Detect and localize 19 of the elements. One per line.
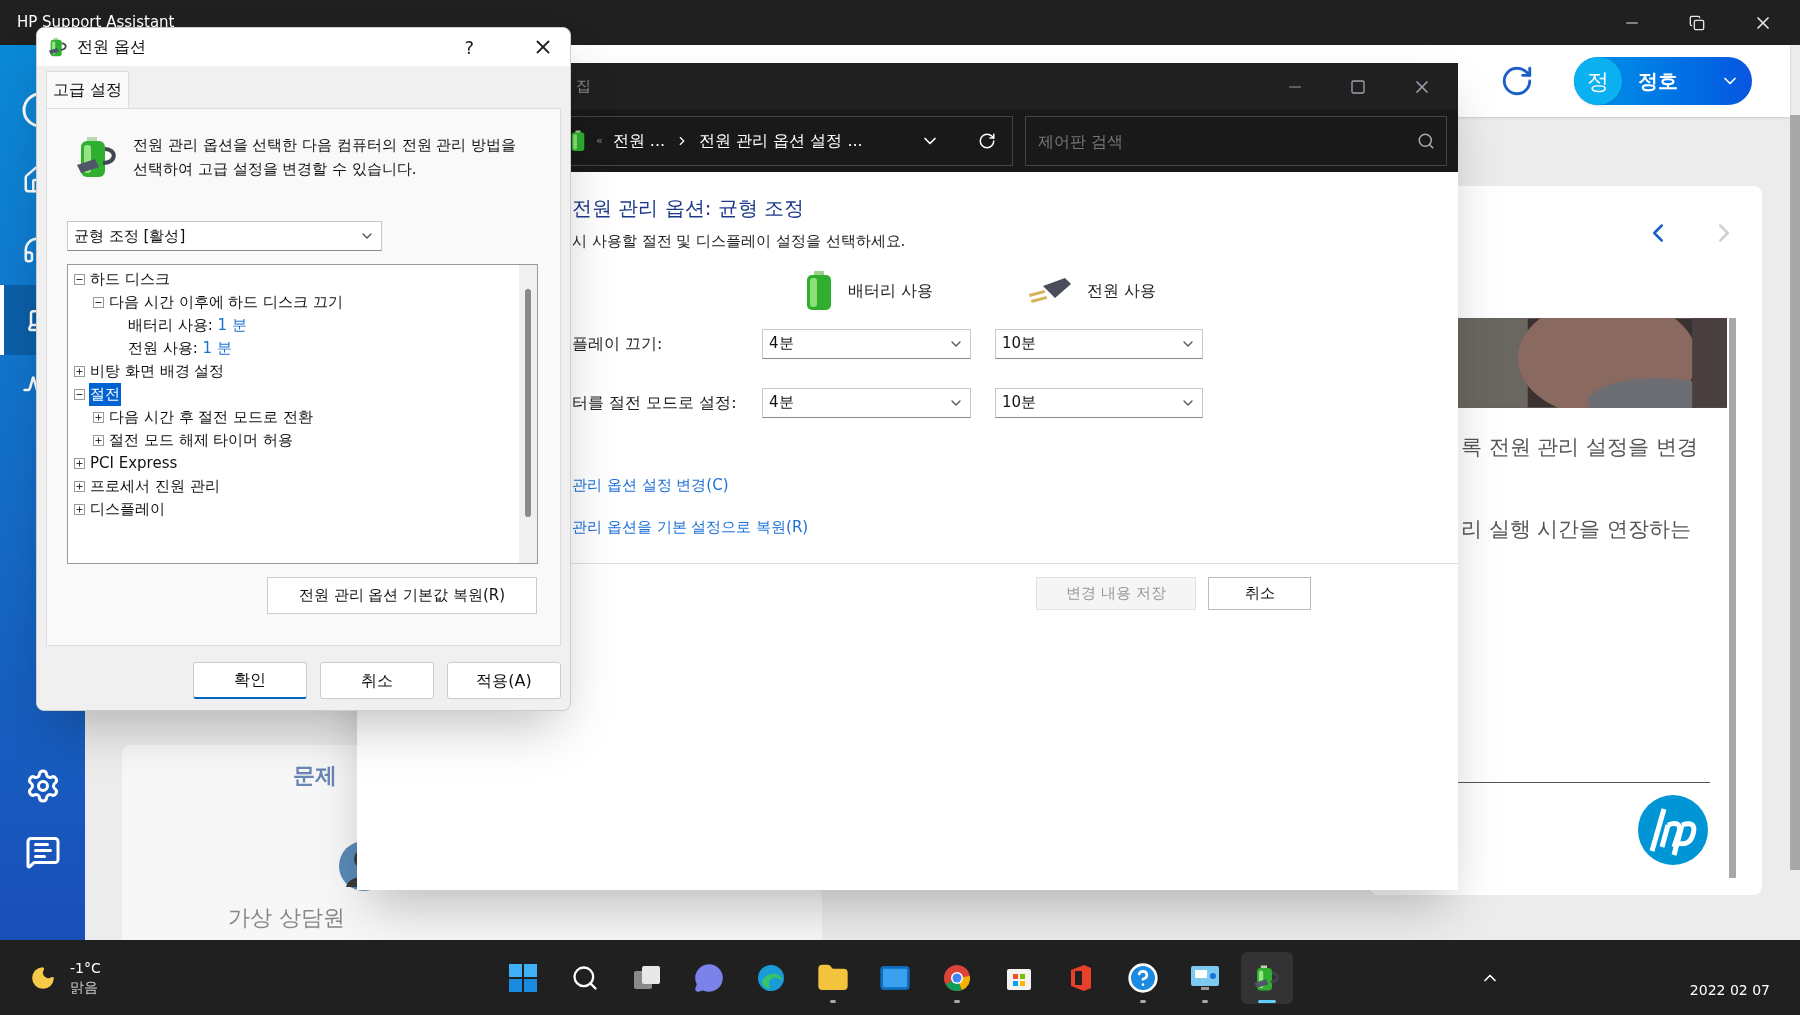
weather-condition: 맑음 — [70, 977, 99, 997]
card-text: 록 전원 관리 설정을 변경 — [1461, 434, 1698, 461]
window-title: 전원 옵션 — [77, 36, 147, 58]
temperature: -1°C — [70, 958, 101, 978]
card-heading: 문제 — [293, 762, 337, 790]
user-name: 정호 — [1638, 68, 1678, 95]
card-text: 리 실행 시간을 연장하는 — [1461, 516, 1692, 543]
user-avatar: 정 — [1574, 57, 1622, 105]
window-title: 집 — [576, 76, 591, 98]
date: 2022 02 07 — [1689, 981, 1770, 1000]
window-title: HP Support Assistant — [17, 12, 175, 34]
page-description: 시 사용할 절전 및 디스플레이 설정을 선택하세요. — [572, 231, 907, 252]
setting-label: 플레이 끄기: — [572, 332, 664, 355]
card-text: 가상 상담원 — [228, 904, 345, 932]
column-heading: 배터리 사용 — [848, 279, 934, 302]
column-heading: 전원 사용 — [1087, 279, 1157, 302]
breadcrumb-separator: « — [596, 132, 603, 149]
page-heading: 전원 관리 옵션: 균형 조정 — [572, 195, 806, 222]
setting-label: 터를 절전 모드로 설정: — [572, 391, 738, 414]
